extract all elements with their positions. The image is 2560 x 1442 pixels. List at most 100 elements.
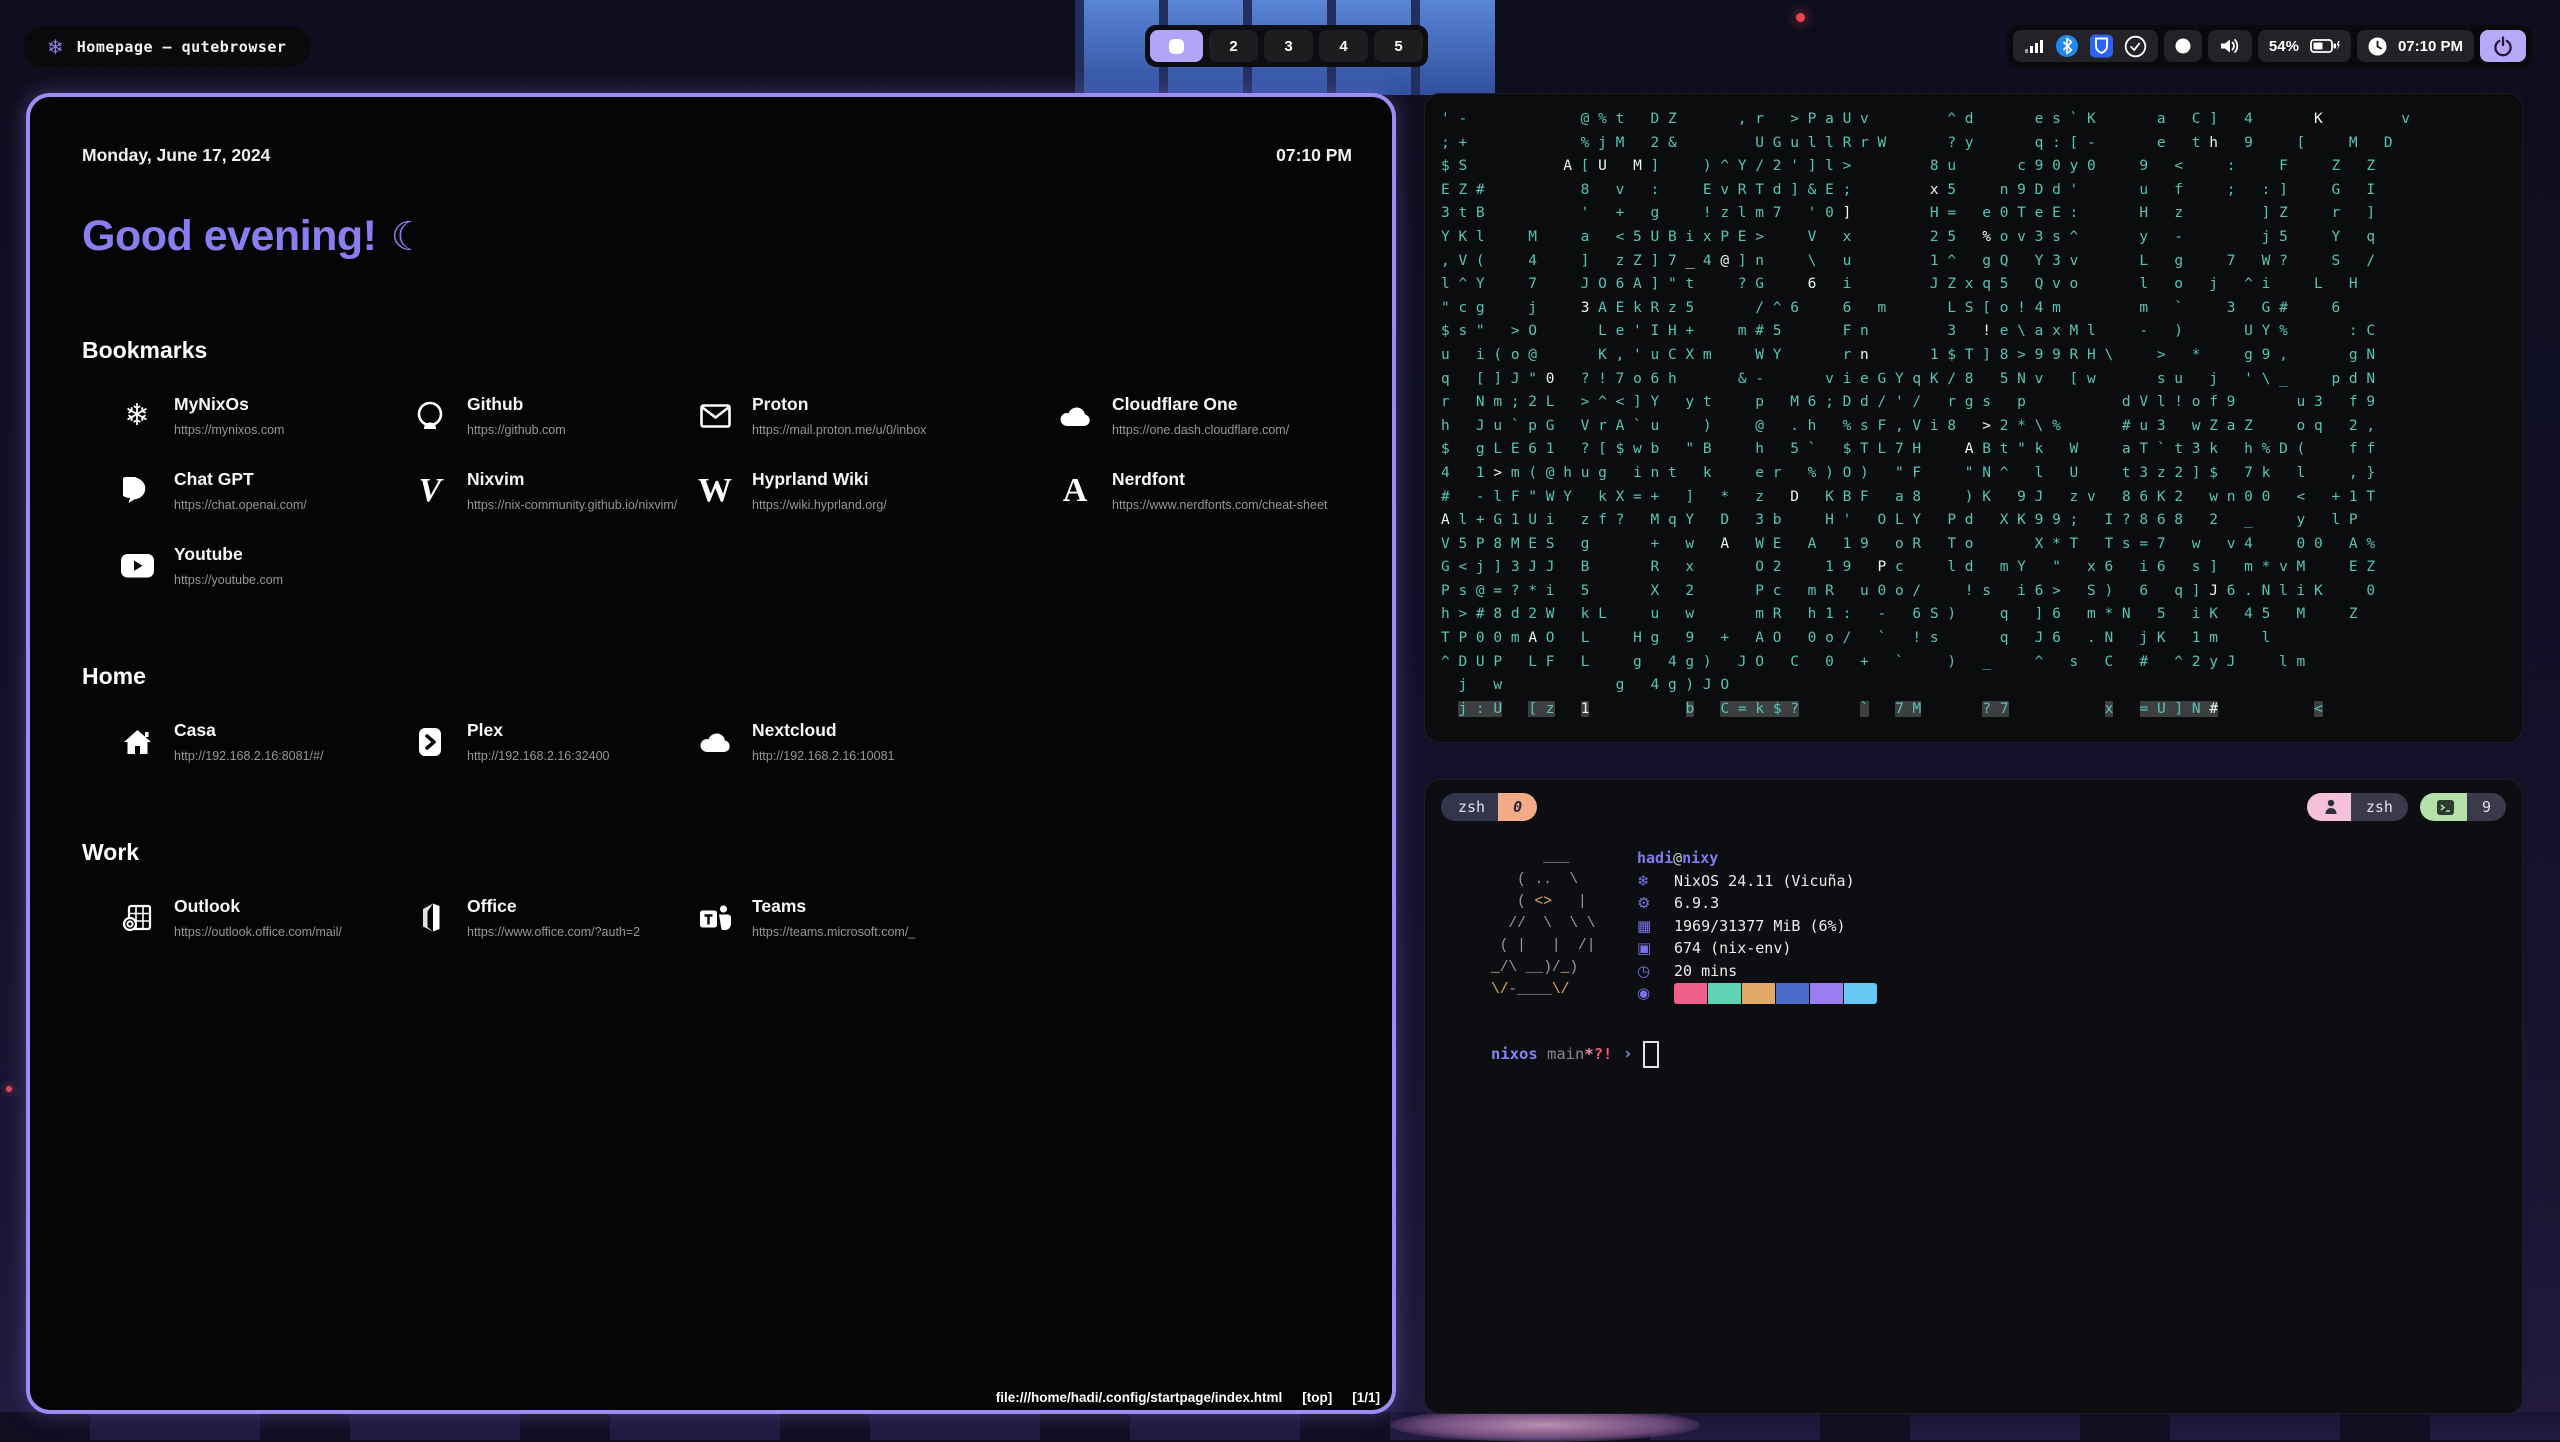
bookmark-grid: Casahttp://192.168.2.16:8081/#/Plexhttp:… [30, 720, 1392, 763]
bookmark-item[interactable]: Officehttps://www.office.com/?auth=2 [411, 896, 696, 939]
fetch-value: 6.9.3 [1674, 892, 1719, 915]
bookmark-title: Github [467, 394, 566, 415]
bookmark-item[interactable]: Youtubehttps://youtube.com [118, 544, 411, 587]
qutebrowser-window[interactable]: Monday, June 17, 2024 07:10 PM Good even… [26, 93, 1396, 1414]
time-label: 07:10 PM [1276, 145, 1352, 166]
workspace-button-active[interactable] [1150, 30, 1203, 62]
color-swatch [1810, 983, 1843, 1004]
bookmark-item[interactable]: Github https://github.com [411, 394, 696, 437]
check-circle-icon [2124, 35, 2147, 58]
bookmark-url: https://nix-community.github.io/nixvim/ [467, 498, 677, 512]
bookmark-url: http://192.168.2.16:32400 [467, 749, 610, 763]
window-title-pill[interactable]: ❄ Homepage — qutebrowser [23, 26, 310, 67]
bookmark-url: https://mail.proton.me/u/0/inbox [752, 423, 926, 437]
house-icon [118, 728, 156, 756]
bookmark-item[interactable]: Outlook https://outlook.office.com/mail/ [118, 896, 411, 939]
color-swatch [1708, 983, 1741, 1004]
fetch-user-host: hadi@nixy [1637, 847, 1878, 870]
terminal-icon [2420, 793, 2467, 821]
prompt-directory: nixos [1491, 1045, 1538, 1063]
bookmark-item[interactable]: VNixvimhttps://nix-community.github.io/n… [411, 469, 696, 512]
moon-icon: ☾ [391, 214, 426, 260]
letter-w-icon: W [696, 474, 734, 508]
clock-time: 07:10 PM [2398, 39, 2463, 54]
tux-ascii-art: ___ ( .. \ ( <> | // \ \ \ ( | | /| _/\ … [1491, 847, 1611, 1005]
color-swatch [1844, 983, 1877, 1004]
bookmark-url: https://one.dash.cloudflare.com/ [1112, 423, 1289, 437]
fetch-entries: ❄NixOS 24.11 (Vicuña)⚙6.9.3▦1969/31377 M… [1637, 870, 1878, 1005]
statusbar-tab-index: [1/1] [1352, 1390, 1380, 1405]
bookmark-item[interactable]: Teamshttps://teams.microsoft.com/_ [696, 896, 1056, 939]
memory-icon: ▦ [1637, 915, 1657, 938]
bookmark-item[interactable]: Nextcloudhttp://192.168.2.16:10081 [696, 720, 1056, 763]
fastfetch-output: ___ ( .. \ ( <> | // \ \ \ ( | | /| _/\ … [1425, 821, 2522, 1005]
active-workspace-dot [1169, 39, 1184, 54]
color-swatches [1674, 983, 1878, 1005]
bookmark-item[interactable]: Proton https://mail.proton.me/u/0/inbox [696, 394, 1056, 437]
fetch-entry: ▣674 (nix-env) [1637, 937, 1878, 960]
bookmark-item[interactable]: Casahttp://192.168.2.16:8081/#/ [118, 720, 411, 763]
tray-status-group[interactable] [2013, 30, 2158, 62]
snowflake-icon: ❄ [118, 401, 156, 431]
envelope-icon [696, 404, 734, 428]
bookmark-url: http://192.168.2.16:10081 [752, 749, 895, 763]
zsh-terminal-window[interactable]: zsh 0 zsh 9 ___ ( .. \ ( <> | // \ \ \ (… [1424, 779, 2523, 1414]
chat-bubble-icon [118, 477, 156, 504]
power-button[interactable] [2480, 30, 2526, 62]
bookmark-url: https://wiki.hyprland.org/ [752, 498, 887, 512]
bookmark-title: Proton [752, 394, 926, 415]
matrix-terminal-window[interactable]: ' - @ % t D Z , r > P a U v ^ d e s ` K … [1424, 93, 2523, 743]
fetch-user: hadi [1637, 849, 1673, 867]
bookmark-title: Outlook [174, 896, 342, 917]
section-heading: Home [82, 663, 1392, 690]
workspace-switcher: 2345 [1145, 25, 1428, 67]
workspace-button[interactable]: 3 [1264, 30, 1313, 62]
bookmark-url: https://www.office.com/?auth=2 [467, 925, 640, 939]
tmux-statusbar: zsh 0 zsh 9 [1425, 780, 2522, 821]
nix-snowflake-icon: ❄ [47, 37, 64, 57]
wallpaper-red-light-2 [6, 1086, 12, 1092]
matrix-rain-text: ' - @ % t D Z , r > P a U v ^ d e s ` K … [1425, 94, 2522, 698]
bookmark-item[interactable]: ❄MyNixOshttps://mynixos.com [118, 394, 411, 437]
network-signal-icon [2024, 38, 2044, 54]
palette-icon: ◉ [1637, 982, 1657, 1005]
fetch-at: @ [1673, 849, 1682, 867]
tray-battery-group[interactable]: 54% [2258, 30, 2351, 62]
volume-icon [2219, 37, 2241, 55]
office-icon [411, 902, 449, 933]
bookmark-sections: Bookmarks❄MyNixOshttps://mynixos.comGith… [30, 337, 1392, 939]
fetch-host: nixy [1682, 849, 1718, 867]
bookmark-item[interactable]: Plexhttp://192.168.2.16:32400 [411, 720, 696, 763]
bookmark-title: Hyprland Wiki [752, 469, 887, 490]
prompt-git-branch: main [1538, 1045, 1585, 1063]
matrix-bottom-row: j : U [ z 1 b C = k $ ? ` 7 M ? 7 x = U … [1425, 698, 2522, 722]
shell-prompt[interactable]: nixos main * ?! › [1425, 1005, 2522, 1068]
workspace-button[interactable]: 5 [1374, 30, 1423, 62]
fetch-entry: ◷20 mins [1637, 960, 1878, 983]
bookmark-title: Teams [752, 896, 915, 917]
wallpaper-red-light [1796, 13, 1805, 22]
bookmark-title: Chat GPT [174, 469, 307, 490]
greeting: Good evening! ☾ [82, 212, 1392, 261]
section-heading: Work [82, 839, 1392, 866]
bookmark-item[interactable]: W Hyprland Wiki https://wiki.hyprland.org/ [696, 469, 1056, 512]
tray-record-group[interactable] [2164, 30, 2202, 62]
bookmark-url: https://chat.openai.com/ [174, 498, 307, 512]
bookmark-grid: Outlook https://outlook.office.com/mail/O… [30, 896, 1392, 939]
bookmark-item[interactable]: Cloudflare Onehttps://one.dash.cloudflar… [1056, 394, 1392, 437]
greeting-text: Good evening! [82, 212, 377, 261]
tray-clock-group[interactable]: 07:10 PM [2357, 30, 2474, 62]
youtube-play-icon [118, 554, 156, 578]
workspace-button[interactable]: 2 [1209, 30, 1258, 62]
bookmark-url: https://outlook.office.com/mail/ [174, 925, 342, 939]
workspace-button[interactable]: 4 [1319, 30, 1368, 62]
statusbar-scroll: [top] [1302, 1390, 1332, 1405]
bookmark-item[interactable]: ANerdfonthttps://www.nerdfonts.com/cheat… [1056, 469, 1392, 512]
fastfetch-info: hadi@nixy ❄NixOS 24.11 (Vicuña)⚙6.9.3▦19… [1637, 847, 1878, 1005]
bookmark-item[interactable]: Chat GPT https://chat.openai.com/ [118, 469, 411, 512]
date-label: Monday, June 17, 2024 [82, 145, 270, 166]
bookmark-url: https://github.com [467, 423, 566, 437]
qutebrowser-statusbar: file:///home/hadi/.config/startpage/inde… [996, 1390, 1380, 1405]
fetch-value: 1969/31377 MiB (6%) [1674, 915, 1846, 938]
tray-volume-group[interactable] [2208, 30, 2252, 62]
